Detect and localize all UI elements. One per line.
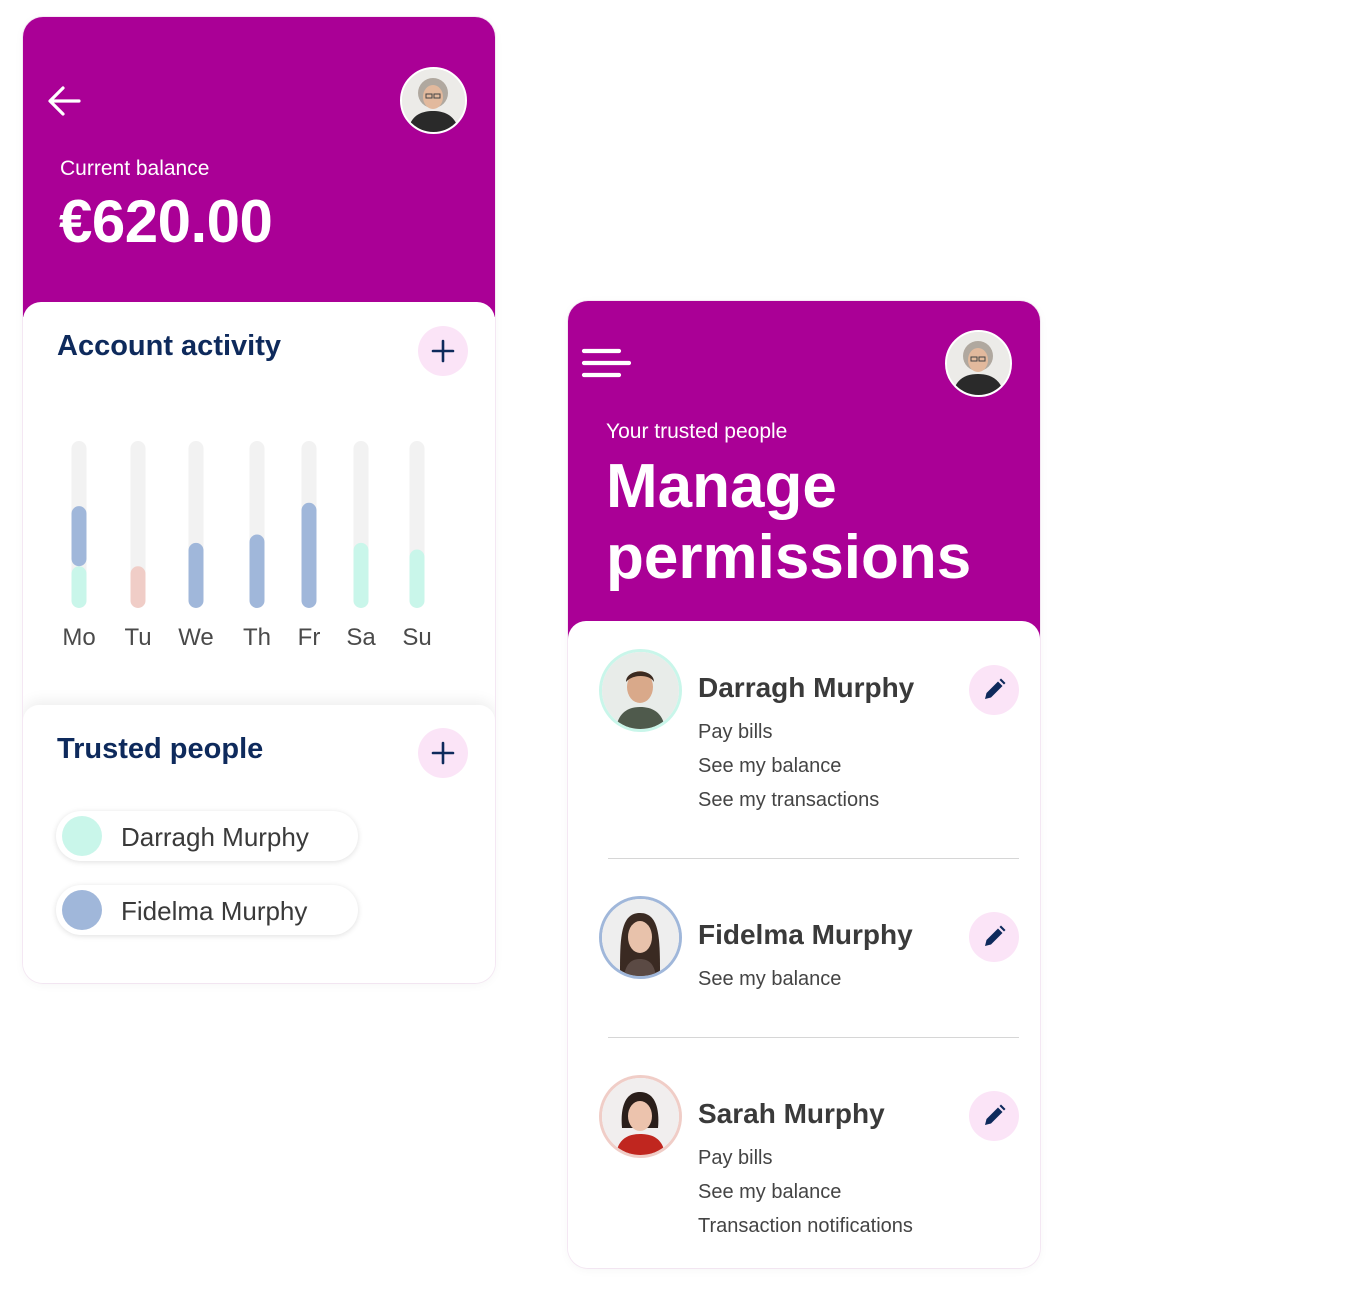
list-item: Sarah Murphy Pay bills See my balance Tr… [568, 1078, 1040, 1248]
permission-text: See my transactions [698, 789, 880, 811]
page-title: Manage permissions [606, 452, 972, 592]
edit-permissions-button[interactable] [969, 912, 1019, 962]
balance-value: €620.00 [59, 188, 273, 255]
trusted-person-chip[interactable]: Fidelma Murphy [56, 885, 358, 935]
day-label-mo: Mo [62, 624, 95, 651]
balance-label: Current balance [60, 157, 210, 180]
person-photo [602, 652, 679, 729]
permission-text: Pay bills [698, 721, 773, 743]
balance-header: Current balance €620.00 [23, 17, 495, 317]
plus-icon [431, 339, 455, 363]
bar-fr-segment-0[interactable] [301, 502, 317, 608]
trusted-people-title: Trusted people [57, 733, 264, 765]
person-photo-image [602, 1078, 679, 1155]
bar-sa-segment-0[interactable] [353, 542, 369, 608]
permissions-subtitle: Your trusted people [606, 420, 788, 443]
person-color-dot [62, 816, 102, 856]
person-name: Darragh Murphy [698, 672, 915, 703]
add-trusted-person-button[interactable] [418, 728, 468, 778]
permissions-header: Your trusted people Manage permissions [568, 301, 1040, 646]
permissions-screen: Your trusted people Manage permissions D… [568, 301, 1040, 1268]
person-name: Fidelma Murphy [698, 919, 913, 950]
arrow-left-icon [48, 86, 81, 116]
pencil-icon [985, 925, 1006, 946]
list-item: Darragh Murphy Pay bills See my balance … [568, 652, 1040, 822]
user-avatar-image [402, 69, 465, 132]
permission-text: See my balance [698, 1181, 842, 1203]
edit-permissions-button[interactable] [969, 665, 1019, 715]
activity-chart: Mo Tu We Th Fr Sa Su [62, 441, 432, 651]
add-activity-button[interactable] [418, 326, 468, 376]
list-divider [608, 858, 1019, 859]
permission-text: Transaction notifications [698, 1215, 913, 1237]
day-label-th: Th [243, 624, 271, 651]
person-photo-image [602, 899, 679, 976]
list-item: Fidelma Murphy See my balance [568, 899, 1040, 999]
person-color-dot [62, 890, 102, 930]
pencil-icon [985, 1104, 1006, 1125]
edit-permissions-button[interactable] [969, 1091, 1019, 1141]
trusted-person-chip[interactable]: Darragh Murphy [56, 811, 358, 861]
permission-text: See my balance [698, 968, 842, 990]
balance-screen: Current balance €620.00 Account activity… [23, 17, 495, 983]
person-name: Darragh Murphy [121, 822, 309, 852]
bar-tu-segment-0[interactable] [130, 566, 146, 608]
person-photo-image [602, 652, 679, 729]
person-photo [602, 1078, 679, 1155]
user-avatar[interactable] [400, 67, 467, 134]
day-label-fr: Fr [298, 624, 321, 651]
bar-mo-segment-0[interactable] [71, 566, 87, 608]
day-label-su: Su [402, 624, 431, 651]
user-avatar[interactable] [945, 330, 1012, 397]
trusted-people-list: Darragh Murphy Pay bills See my balance … [568, 621, 1040, 1268]
person-name: Fidelma Murphy [121, 896, 308, 926]
pencil-icon [985, 678, 1006, 699]
bar-su-segment-0[interactable] [409, 549, 425, 608]
list-divider [608, 1037, 1019, 1038]
back-button[interactable] [45, 83, 85, 119]
plus-icon [431, 741, 455, 765]
bar-th-segment-0[interactable] [249, 534, 265, 608]
person-photo [602, 899, 679, 976]
day-label-we: We [178, 624, 214, 651]
menu-button[interactable] [581, 346, 632, 382]
bar-we-segment-0[interactable] [188, 542, 204, 608]
account-activity-title: Account activity [57, 330, 281, 362]
day-label-sa: Sa [346, 624, 376, 651]
person-name: Sarah Murphy [698, 1098, 885, 1129]
day-label-tu: Tu [124, 624, 151, 651]
permission-text: Pay bills [698, 1147, 773, 1169]
trusted-people-panel: Trusted people Darragh Murphy Fidelma Mu… [23, 705, 495, 983]
user-avatar-image [947, 332, 1010, 395]
bar-mo-segment-1[interactable] [71, 506, 87, 567]
permission-text: See my balance [698, 755, 842, 777]
menu-icon [581, 348, 632, 378]
